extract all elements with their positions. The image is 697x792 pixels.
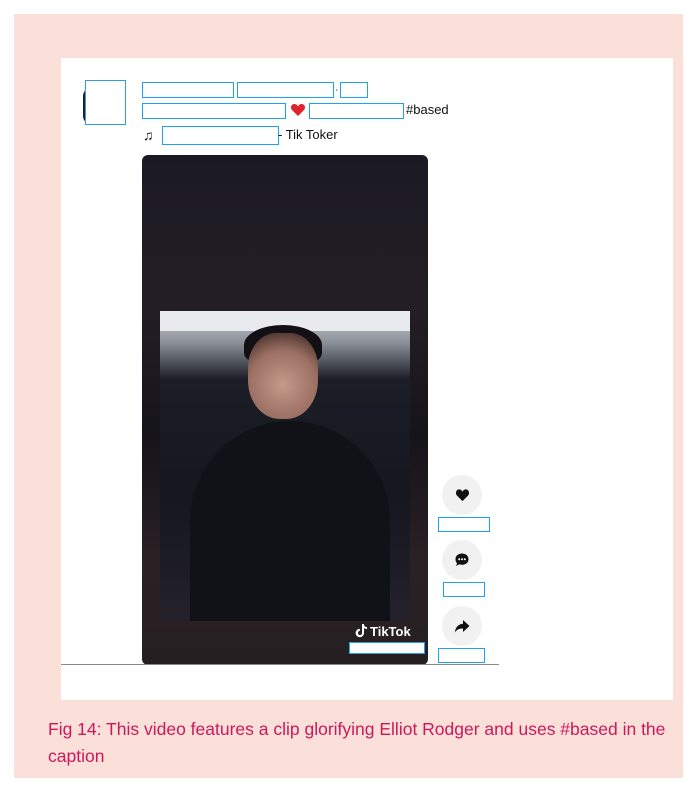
tiktok-watermark-text: TikTok [370,624,411,639]
tiktok-logo-icon [355,624,367,638]
red-heart-emoji-icon [290,104,306,116]
redacted-display-name[interactable] [142,82,234,98]
comment-icon [455,553,469,566]
redacted-like-count [438,517,490,532]
video-clip-frame [160,311,410,621]
separator-dot: · [335,84,339,96]
figure-panel: · #based ♫ - Tik Toker TikTok [14,14,683,778]
person-face [248,333,318,419]
heart-icon [455,489,469,502]
caption-hashtag[interactable]: #based [406,102,449,117]
redacted-watermark-username [349,642,425,654]
avatar[interactable] [85,80,126,125]
redacted-caption-text [142,103,286,119]
redacted-caption-text-2 [309,103,404,119]
tiktok-post-card: · #based ♫ - Tik Toker TikTok [61,58,673,700]
redacted-username[interactable] [237,82,334,98]
tiktok-watermark: TikTok [355,624,411,639]
sound-author[interactable]: - Tik Toker [278,127,338,142]
person-body [190,421,390,621]
video-player[interactable]: TikTok [142,155,428,665]
figure-caption: Fig 14: This video features a clip glori… [48,719,666,766]
post-divider [61,664,499,665]
share-button[interactable] [442,606,482,646]
like-button[interactable] [442,475,482,515]
redacted-comment-count [443,582,485,597]
music-note-icon: ♫ [143,127,154,143]
redacted-sound-name[interactable] [162,126,279,145]
comment-button[interactable] [442,540,482,580]
redacted-date [340,82,368,98]
share-icon [454,619,470,632]
redacted-share-count [438,648,485,663]
